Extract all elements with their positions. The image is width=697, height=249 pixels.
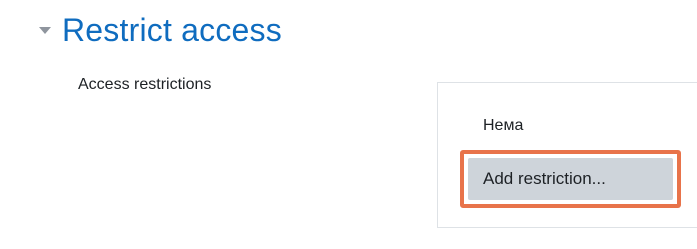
restrict-access-page: Restrict access Access restrictions Нема…	[0, 0, 697, 249]
triangle-down-icon[interactable]	[38, 23, 52, 37]
access-restrictions-label: Access restrictions	[78, 76, 212, 93]
section-header: Restrict access	[38, 8, 282, 52]
section-title[interactable]: Restrict access	[62, 12, 282, 49]
add-restriction-button[interactable]: Add restriction...	[468, 158, 673, 200]
restriction-box: Нема Add restriction...	[437, 82, 697, 228]
no-restrictions-text: Нема	[483, 117, 524, 134]
section-collapse-toggle[interactable]: Restrict access	[38, 12, 282, 49]
